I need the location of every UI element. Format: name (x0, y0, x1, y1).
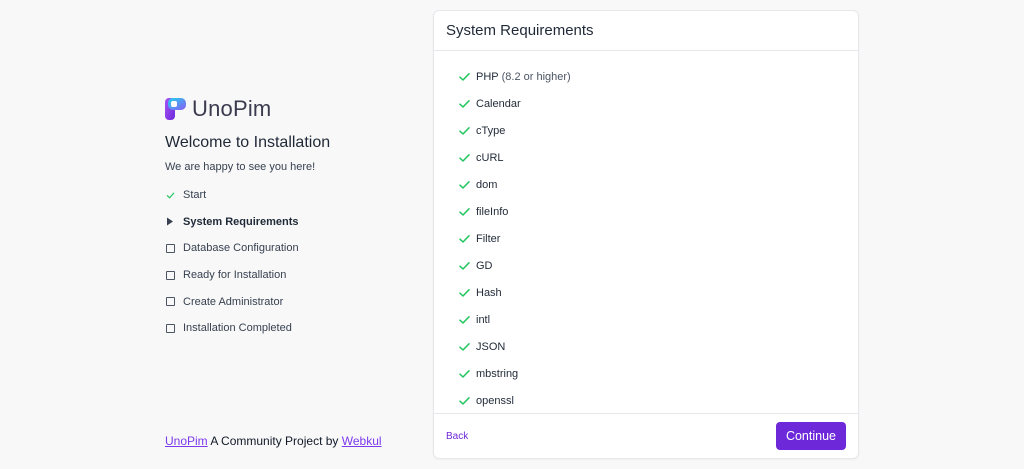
requirement-name: JSON (476, 340, 506, 353)
continue-button[interactable]: Continue (775, 422, 846, 450)
check-icon (459, 234, 470, 244)
requirement-name: Calendar (476, 97, 521, 110)
check-icon (459, 126, 470, 136)
requirement-name: dom (476, 178, 498, 191)
welcome-subtitle: We are happy to see you here! (165, 161, 316, 173)
requirement-item: mbstring (459, 360, 858, 387)
footer-credit: UnoPim A Community Project by Webkul (165, 434, 382, 448)
requirements-list[interactable]: PHP (8.2 or higher) Calendar cType cURL dom fi… (434, 51, 858, 414)
step-item: Ready for Installation (165, 262, 425, 289)
back-link[interactable]: Back (446, 431, 468, 442)
requirement-item: cURL (459, 144, 858, 171)
requirement-name: intl (476, 313, 491, 326)
check-icon (165, 190, 175, 200)
requirement-item: Filter (459, 225, 858, 252)
step-item: Start (165, 182, 425, 209)
card-footer: Back Continue (434, 414, 858, 458)
checkbox-icon (165, 297, 175, 307)
unopim-logo-icon (165, 97, 188, 121)
requirement-item: Hash (459, 279, 858, 306)
check-icon (459, 153, 470, 163)
step-item: Database Configuration (165, 235, 425, 262)
requirement-item: JSON (459, 333, 858, 360)
step-label: Start (183, 189, 207, 202)
step-label: Ready for Installation (183, 269, 287, 282)
check-icon (459, 72, 470, 82)
requirement-item: Calendar (459, 90, 858, 117)
card-title: System Requirements (434, 11, 858, 51)
requirement-item: intl (459, 306, 858, 333)
unopim-logo: UnoPim (165, 96, 425, 122)
check-icon (459, 396, 470, 406)
logo-text: UnoPim (192, 96, 272, 121)
triangle-right-icon (165, 217, 175, 227)
requirement-name: fileInfo (476, 205, 509, 218)
welcome-title: Welcome to Installation (165, 134, 331, 151)
step-label: Database Configuration (183, 242, 299, 255)
installation-steps: Start System Requirements Database Configu… (165, 182, 425, 342)
step-label: Installation Completed (183, 322, 292, 335)
step-item: Create Administrator (165, 288, 425, 315)
footer-middle-text: A Community Project by (207, 434, 342, 448)
requirement-item: PHP (8.2 or higher) (459, 63, 858, 90)
requirement-item: openssl (459, 387, 858, 413)
requirement-item: fileInfo (459, 198, 858, 225)
check-icon (459, 288, 470, 298)
check-icon (459, 315, 470, 325)
checkbox-icon (165, 323, 175, 333)
unopim-link[interactable]: UnoPim (165, 434, 208, 448)
requirement-item: dom (459, 171, 858, 198)
requirement-name: Hash (476, 286, 502, 299)
requirement-name: openssl (476, 394, 514, 407)
check-icon (459, 99, 470, 109)
requirement-item: cType (459, 117, 858, 144)
requirement-name: cURL (476, 151, 504, 164)
check-icon (459, 261, 470, 271)
requirement-name: mbstring (476, 367, 519, 380)
check-icon (459, 342, 470, 352)
check-icon (459, 207, 470, 217)
checkbox-icon (165, 243, 175, 253)
installer-sidebar: UnoPim Welcome to Installation We are ha… (165, 96, 425, 342)
checkbox-icon (165, 270, 175, 280)
requirement-item: GD (459, 252, 858, 279)
step-item: Installation Completed (165, 315, 425, 342)
check-icon (459, 369, 470, 379)
requirement-name: Filter (476, 232, 501, 245)
requirements-card: System Requirements PHP (8.2 or higher) Ca… (433, 10, 859, 459)
requirement-note: (8.2 or higher) (501, 70, 571, 83)
requirement-name: cType (476, 124, 506, 137)
step-item: System Requirements (165, 209, 425, 236)
requirement-name: GD (476, 259, 493, 272)
step-label: System Requirements (183, 215, 299, 228)
webkul-link[interactable]: Webkul (342, 434, 382, 448)
requirement-name: PHP (476, 70, 499, 83)
check-icon (459, 180, 470, 190)
step-label: Create Administrator (183, 295, 284, 308)
